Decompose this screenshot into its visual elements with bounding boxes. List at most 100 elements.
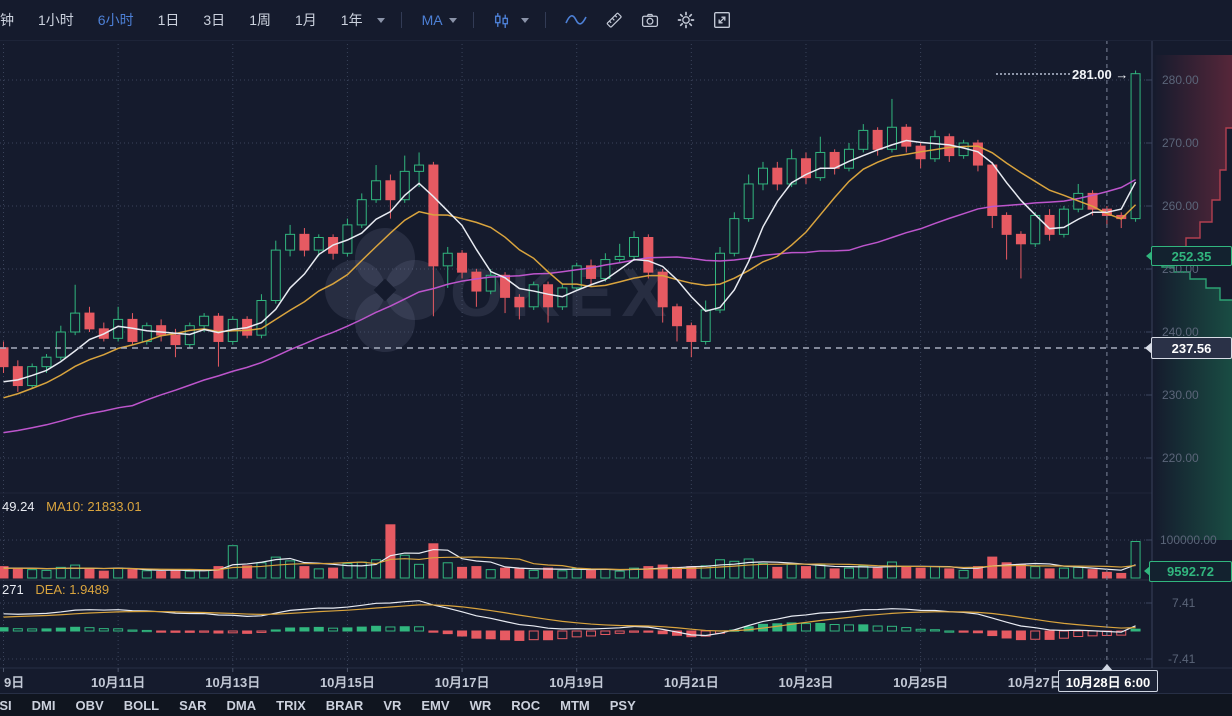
indicator-trix[interactable]: TRIX [276,698,306,713]
candle-body [730,219,739,254]
macd-bar [386,627,395,631]
indicator-obv[interactable]: OBV [76,698,104,713]
chart-canvas[interactable]: OKEX280.00270.00260.00250.00240.00230.00… [0,0,1232,716]
macd-bar [171,631,180,632]
macd-bar [544,631,553,640]
macd-bar [1131,629,1140,631]
macd-bar [644,631,653,632]
macd-bar [286,628,295,631]
macd-axis-tick: -7.41 [1168,652,1196,666]
volume-bar [42,570,51,578]
indicator-dmi[interactable]: DMI [32,698,56,713]
indicator-dma[interactable]: DMA [227,698,257,713]
indicator-mtm[interactable]: MTM [560,698,590,713]
candlestick-style-icon[interactable] [493,12,510,29]
volume-bar [415,564,424,578]
volume-bar [443,563,452,578]
timeframe-3d[interactable]: 3日 [203,10,225,30]
volume-bar [99,571,108,578]
candle-body [816,152,825,177]
okex-watermark: OKEX [325,228,675,352]
candle-body [128,319,137,341]
candle-body [300,234,309,250]
macd-bar [658,631,667,634]
macd-bar [343,628,352,631]
volume-bar [844,568,853,578]
volume-bar [1059,568,1068,578]
indicator-sar[interactable]: SAR [179,698,206,713]
indicator-wr[interactable]: WR [470,698,492,713]
line-chart-icon[interactable] [565,12,587,28]
candle-body [758,168,767,184]
indicator-boll[interactable]: BOLL [124,698,159,713]
macd-bar [372,626,381,631]
macd-bar [257,631,266,632]
volume-bar [658,565,667,578]
volume-bar [1088,570,1097,578]
macd-bar [558,631,567,639]
chevron-down-icon[interactable] [521,18,529,23]
volume-bar [902,567,911,578]
candle-body [415,165,424,171]
candle-body [157,326,166,335]
macd-bar [85,628,94,631]
volume-bar [859,566,868,578]
candle-body [1002,215,1011,234]
volume-bar [801,567,810,578]
volume-bar [200,570,209,578]
indicator-psy[interactable]: PSY [610,698,636,713]
volume-bar [185,571,194,578]
timeframe-1h[interactable]: 1小时 [38,10,74,30]
macd-bar [486,631,495,639]
measure-icon[interactable] [605,11,623,29]
macd-bar [887,626,896,631]
macd-bar [973,631,982,633]
ma-indicator-button[interactable]: MA [422,12,443,28]
y-axis-tick: 260.00 [1162,199,1199,213]
volume-bar [916,568,925,578]
volume-bar [587,570,596,578]
chevron-down-icon[interactable] [449,18,457,23]
candle-body [56,332,65,357]
timeframe-6h[interactable]: 6小时 [98,10,134,30]
timeframe-1mo[interactable]: 1月 [295,10,317,30]
candle-body [601,260,610,279]
chevron-down-icon[interactable] [377,18,385,23]
timeframe-1w[interactable]: 1周 [249,10,271,30]
candle-body [701,310,710,342]
volume-bar [286,561,295,578]
settings-gear-icon[interactable] [677,11,695,29]
timeframe-1y[interactable]: 1年 [341,10,363,30]
indicator-rsi[interactable]: RSI [0,698,12,713]
macd-bar [0,628,8,631]
volume-bar [558,571,567,578]
x-axis-label: 10月11日 [91,672,145,691]
volume-bar [959,570,968,578]
indicator-roc[interactable]: ROC [511,698,540,713]
volume-bar [142,571,151,578]
y-axis-tick: 220.00 [1162,451,1199,465]
camera-icon[interactable] [641,12,659,29]
candle-body [615,256,624,259]
macd-bar [357,627,366,631]
volume-bar [873,568,882,578]
candle-body [114,319,123,338]
volume-bar [114,568,123,578]
macd-bar [801,624,810,631]
fullscreen-icon[interactable] [713,11,731,29]
timeframe-1d[interactable]: 1日 [158,10,180,30]
macd-histogram-layer [0,623,1140,641]
macd-bar [114,629,123,631]
volume-pane-header: 49.24 MA10: 21833.01 [2,499,142,514]
volume-bar [773,567,782,578]
macd-axis-tick: 7.41 [1172,596,1196,610]
macd-bar [28,629,37,631]
indicator-emv[interactable]: EMV [421,698,449,713]
indicator-vr[interactable]: VR [383,698,401,713]
volume-bar [758,564,767,578]
candle-body [0,348,8,367]
timeframe-minutes[interactable]: 分钟 [0,10,14,30]
volume-bar [71,565,80,578]
macd-bar [243,631,252,633]
indicator-brar[interactable]: BRAR [326,698,364,713]
